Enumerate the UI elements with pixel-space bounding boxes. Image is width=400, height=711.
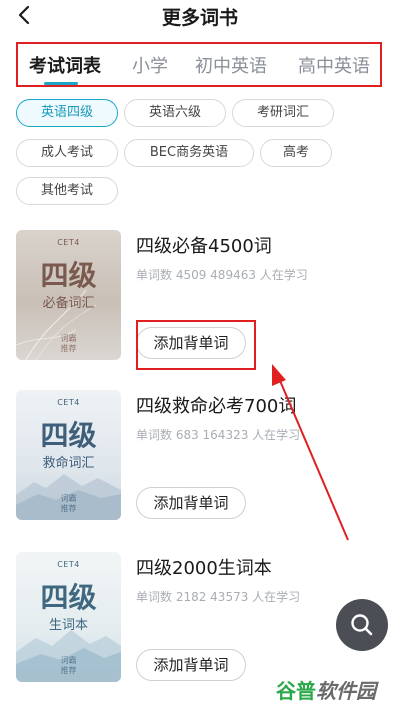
search-fab-button[interactable] <box>336 599 388 651</box>
watermark-logo: 谷普软件园 <box>276 675 394 705</box>
search-icon <box>351 614 373 636</box>
watermark-part2: 软件园 <box>316 679 376 703</box>
watermark-part1: 谷普 <box>276 679 316 703</box>
